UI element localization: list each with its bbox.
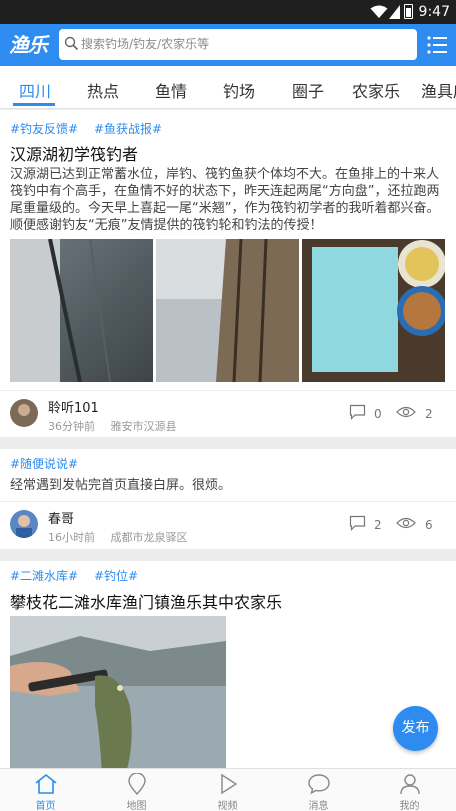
comment-icon[interactable] xyxy=(349,515,366,531)
comment-count: 2 xyxy=(374,518,382,532)
active-tab-indicator xyxy=(13,103,55,106)
map-pin-icon xyxy=(128,773,146,795)
post-body: 经常遇到发帖完首页直接白屏。很烦。 xyxy=(10,478,232,493)
tab-hot[interactable]: 热点 xyxy=(87,78,119,102)
nav-messages[interactable]: 消息 xyxy=(273,769,364,811)
nav-label: 消息 xyxy=(308,801,329,811)
bottom-nav: 首页 地图 视频 消息 我的 xyxy=(0,768,456,811)
post-meta: 16小时前 成都市龙泉驿区 xyxy=(48,529,188,545)
post-tag[interactable]: #钓位# xyxy=(94,569,138,583)
author-name[interactable]: 春哥 xyxy=(48,508,74,527)
post-title: 汉源湖初学筏钓者 xyxy=(10,145,139,164)
post-card[interactable]: #二滩水库# #钓位# 攀枝花二滩水库渔门镇渔乐其中农家乐 xyxy=(0,561,456,768)
nav-profile[interactable]: 我的 xyxy=(364,769,455,811)
tab-farmhouse[interactable]: 农家乐 xyxy=(352,78,400,102)
post-photo[interactable] xyxy=(10,239,153,382)
tab-fishing-spot[interactable]: 钓场 xyxy=(223,78,255,102)
avatar[interactable] xyxy=(10,399,38,427)
play-icon xyxy=(221,773,238,795)
nav-label: 视频 xyxy=(217,801,238,811)
tab-circle[interactable]: 圈子 xyxy=(292,78,324,102)
nav-map[interactable]: 地图 xyxy=(91,769,182,811)
post-tag[interactable]: #钓友反馈# xyxy=(10,122,78,136)
tab-tackle-shop[interactable]: 渔具店 xyxy=(421,78,456,102)
list-menu-icon[interactable] xyxy=(426,34,448,56)
tab-sichuan[interactable]: 四川 xyxy=(19,78,51,102)
post-author-row: 聆听101 36分钟前 雅安市汉源县 0 2 xyxy=(0,391,456,439)
eye-icon xyxy=(396,517,416,529)
post-location: 成都市龙泉驿区 xyxy=(110,531,188,544)
post-tags: #二滩水库# #钓位# xyxy=(10,567,150,584)
post-tags: #钓友反馈# #鱼获战报# xyxy=(10,120,174,137)
nav-video[interactable]: 视频 xyxy=(182,769,273,811)
search-box[interactable] xyxy=(59,29,417,60)
post-tags: #随便说说# xyxy=(10,455,90,472)
publish-button[interactable]: 发布 xyxy=(393,706,438,751)
post-feed: #钓友反馈# #鱼获战报# 汉源湖初学筏钓者 汉源湖已达到正常蓄水位，岸钓、筏钓… xyxy=(0,110,456,768)
view-count: 6 xyxy=(425,518,433,532)
status-bar: 9:47 xyxy=(0,0,456,24)
message-icon xyxy=(308,774,330,795)
search-input[interactable] xyxy=(81,33,401,55)
view-count: 2 xyxy=(425,407,433,421)
post-tag[interactable]: #二滩水库# xyxy=(10,569,78,583)
comment-icon[interactable] xyxy=(349,404,366,420)
post-body: 汉源湖已达到正常蓄水位，岸钓、筏钓鱼获个体均不大。在鱼排上的十来人筏钓中有个高手… xyxy=(10,167,440,233)
post-photo[interactable] xyxy=(302,239,445,382)
eye-icon xyxy=(396,406,416,418)
status-time: 9:47 xyxy=(418,4,450,20)
post-time: 16小时前 xyxy=(48,531,95,544)
user-icon xyxy=(400,774,420,795)
comment-count: 0 xyxy=(374,407,382,421)
battery-icon xyxy=(404,4,413,19)
signal-icon xyxy=(389,5,400,19)
author-name[interactable]: 聆听101 xyxy=(48,397,99,416)
app-bar: 渔乐 xyxy=(0,24,456,66)
app-logo: 渔乐 xyxy=(9,33,48,57)
post-location: 雅安市汉源县 xyxy=(110,420,177,433)
post-meta: 36分钟前 雅安市汉源县 xyxy=(48,418,177,434)
post-author-row: 春哥 16小时前 成都市龙泉驿区 2 6 xyxy=(0,502,456,550)
post-tag[interactable]: #随便说说# xyxy=(10,457,78,471)
tab-fish-report[interactable]: 鱼情 xyxy=(155,78,187,102)
nav-label: 首页 xyxy=(35,801,56,811)
post-title: 攀枝花二滩水库渔门镇渔乐其中农家乐 xyxy=(10,593,283,612)
post-card[interactable]: #钓友反馈# #鱼获战报# 汉源湖初学筏钓者 汉源湖已达到正常蓄水位，岸钓、筏钓… xyxy=(0,110,456,437)
post-tag[interactable]: #鱼获战报# xyxy=(94,122,162,136)
search-icon xyxy=(64,36,79,51)
avatar[interactable] xyxy=(10,510,38,538)
category-tabs: 四川 热点 鱼情 钓场 圈子 农家乐 渔具店 xyxy=(0,66,456,109)
post-time: 36分钟前 xyxy=(48,420,95,433)
nav-home[interactable]: 首页 xyxy=(0,769,91,811)
post-card[interactable]: #随便说说# 经常遇到发帖完首页直接白屏。很烦。 春哥 16小时前 成都市龙泉驿… xyxy=(0,449,456,549)
home-icon xyxy=(35,773,57,794)
post-photo[interactable] xyxy=(10,616,226,768)
nav-label: 地图 xyxy=(126,801,147,811)
wifi-icon xyxy=(370,5,388,18)
post-photo[interactable] xyxy=(156,239,299,382)
nav-label: 我的 xyxy=(399,801,420,811)
